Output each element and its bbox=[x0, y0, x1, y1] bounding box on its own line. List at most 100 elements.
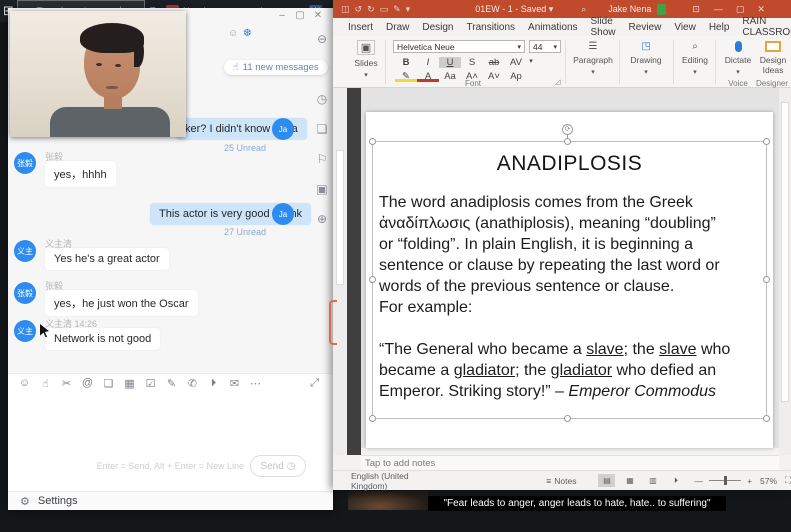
zoom-in-button[interactable]: + bbox=[747, 476, 752, 486]
minimize-button[interactable]: — bbox=[714, 4, 723, 14]
font-color-button[interactable]: A bbox=[417, 71, 439, 82]
file-icon[interactable]: ❏ bbox=[98, 377, 119, 390]
minimize-button[interactable]: – bbox=[273, 10, 291, 21]
more-icon[interactable]: ⊖ bbox=[313, 32, 331, 46]
avatar[interactable]: Ja bbox=[272, 118, 294, 140]
reading-view-icon[interactable]: ▥ bbox=[644, 474, 661, 487]
avatar[interactable]: Ja bbox=[272, 203, 294, 225]
zoom-slider-thumb[interactable] bbox=[724, 476, 727, 485]
normal-view-icon[interactable]: ▤ bbox=[598, 474, 615, 487]
character-spacing-button[interactable]: AV bbox=[505, 57, 527, 68]
underline-button[interactable]: U bbox=[439, 57, 461, 68]
language-status[interactable]: English (United Kingdom) bbox=[351, 471, 428, 491]
resize-handle[interactable] bbox=[564, 138, 571, 145]
explore-icon[interactable]: ⊕ bbox=[313, 212, 331, 226]
ribbon-display-icon[interactable]: ⊡ bbox=[692, 4, 700, 15]
resize-handle[interactable] bbox=[369, 276, 376, 283]
avatar[interactable]: 张毅 bbox=[14, 152, 36, 174]
search-icon[interactable]: ⌕ bbox=[581, 4, 586, 15]
RAIN CLASSROOM[interactable]: RAIN CLASSROOM bbox=[742, 16, 791, 38]
bold-button[interactable]: B bbox=[395, 57, 417, 68]
highlight-color-button[interactable]: ✎ bbox=[395, 71, 417, 82]
scrollbar-thumb[interactable] bbox=[336, 150, 344, 285]
drawing-button[interactable]: ◳ Drawing ▾ bbox=[625, 41, 667, 76]
present-icon[interactable]: ▭ bbox=[380, 4, 389, 15]
View[interactable]: View bbox=[674, 22, 696, 33]
slide-body[interactable]: The word anadiplosis comes from the Gree… bbox=[379, 192, 730, 402]
slide-sorter-icon[interactable]: ▦ bbox=[621, 474, 638, 487]
slide-canvas[interactable]: ⟳ ANADIPLOSIS The word anadiplosis comes… bbox=[366, 112, 773, 448]
zoom-slider[interactable] bbox=[709, 480, 741, 481]
dialog-launcher-icon[interactable]: ◿ bbox=[555, 78, 560, 86]
resize-handle[interactable] bbox=[763, 138, 770, 145]
chat-bubble-incoming[interactable]: Network is not good bbox=[45, 328, 160, 350]
avatar[interactable]: 义主 bbox=[14, 320, 36, 342]
Slide Show[interactable]: Slide Show bbox=[591, 16, 616, 38]
resize-handle[interactable] bbox=[369, 138, 376, 145]
call-icon[interactable]: ✆ bbox=[182, 377, 203, 390]
thumbnail-pane-divider[interactable] bbox=[347, 88, 361, 455]
slideshow-icon[interactable]: ⏵ bbox=[667, 474, 684, 487]
avatar[interactable]: 义主 bbox=[14, 240, 36, 262]
slide-scrollbar[interactable] bbox=[779, 88, 791, 455]
undo-icon[interactable]: ↺ bbox=[355, 4, 363, 15]
expand-icon[interactable]: ⤢ bbox=[304, 377, 325, 390]
slides-button[interactable]: ▣ Slides ▾ bbox=[349, 40, 383, 79]
chat-bubble-incoming[interactable]: yes，he just won the Oscar bbox=[45, 290, 198, 316]
chevron-down-icon[interactable]: ▾ bbox=[527, 57, 535, 68]
folder-icon[interactable]: ❏ bbox=[313, 122, 331, 136]
font-size-combo[interactable]: 44 ▾ bbox=[529, 40, 561, 53]
scrollbar-thumb[interactable] bbox=[781, 102, 789, 402]
notes-pane[interactable]: Tap to add notes bbox=[361, 455, 779, 470]
resize-handle[interactable] bbox=[564, 415, 571, 422]
pen-icon[interactable]: ✎ bbox=[393, 4, 401, 15]
task-icon[interactable]: ☑ bbox=[140, 377, 161, 390]
more-tools-icon[interactable]: ⋯ bbox=[245, 377, 266, 390]
close-button[interactable]: ✕ bbox=[309, 10, 327, 21]
screenshot-icon[interactable]: ✂ bbox=[56, 377, 77, 390]
settings-label[interactable]: Settings bbox=[38, 495, 78, 507]
Review[interactable]: Review bbox=[629, 22, 662, 33]
mail-icon[interactable]: ✉ bbox=[224, 377, 245, 390]
signature-icon[interactable]: ✎ bbox=[161, 377, 182, 390]
Insert[interactable]: Insert bbox=[348, 22, 373, 33]
paragraph-button[interactable]: ☰ Paragraph ▾ bbox=[571, 41, 615, 76]
thumbnail-pane-scrollbar[interactable] bbox=[333, 88, 347, 455]
document-title[interactable]: 01EW - 1 - Saved ▾ bbox=[475, 4, 553, 15]
Transitions[interactable]: Transitions bbox=[467, 22, 516, 33]
thumbs-up-icon[interactable]: ☝ bbox=[35, 377, 56, 390]
fit-to-window-icon[interactable]: ⛶ bbox=[785, 475, 791, 486]
send-button[interactable]: Send ◷ bbox=[250, 455, 306, 477]
maximize-button[interactable]: ▢ bbox=[736, 4, 745, 15]
chat-bubble-incoming[interactable]: Yes he's a great actor bbox=[45, 248, 169, 270]
meeting-icon[interactable]: ▣ bbox=[313, 182, 331, 196]
Animations[interactable]: Animations bbox=[528, 22, 577, 33]
video-call-window[interactable] bbox=[10, 11, 186, 137]
save-icon[interactable]: ◫ bbox=[341, 4, 350, 15]
announcement-icon[interactable]: ⚐ bbox=[313, 152, 331, 166]
maximize-button[interactable]: ▢ bbox=[291, 10, 309, 21]
close-button[interactable]: ✕ bbox=[757, 4, 765, 15]
Design[interactable]: Design bbox=[422, 22, 453, 33]
image-icon[interactable]: ▦ bbox=[119, 377, 140, 390]
video-icon[interactable]: ⏵ bbox=[203, 377, 224, 390]
shadow-button[interactable]: S bbox=[461, 57, 483, 68]
avatar[interactable]: 张毅 bbox=[14, 282, 36, 304]
redo-icon[interactable]: ↻ bbox=[367, 4, 375, 15]
editing-button[interactable]: ⌕ Editing ▾ bbox=[677, 41, 713, 76]
zoom-out-button[interactable]: — bbox=[694, 476, 703, 486]
Draw[interactable]: Draw bbox=[386, 22, 409, 33]
resize-handle[interactable] bbox=[369, 415, 376, 422]
slide-title[interactable]: ANADIPLOSIS bbox=[366, 152, 773, 176]
dictate-button[interactable]: Dictate ▾ bbox=[721, 41, 755, 76]
Help[interactable]: Help bbox=[709, 22, 730, 33]
font-name-combo[interactable]: Helvetica Neue ▾ bbox=[393, 40, 525, 53]
phonetic-guide-button[interactable]: Ap bbox=[505, 71, 527, 82]
new-messages-pill[interactable]: ☝ 11 new messages bbox=[224, 60, 328, 75]
qat-caret-icon[interactable]: ▾ bbox=[406, 4, 411, 15]
resize-handle[interactable] bbox=[763, 415, 770, 422]
italic-button[interactable]: I bbox=[417, 57, 439, 68]
strikethrough-button[interactable]: ab bbox=[483, 57, 505, 68]
notes-toggle[interactable]: Notes bbox=[554, 476, 576, 486]
history-icon[interactable]: ◷ bbox=[313, 92, 331, 106]
